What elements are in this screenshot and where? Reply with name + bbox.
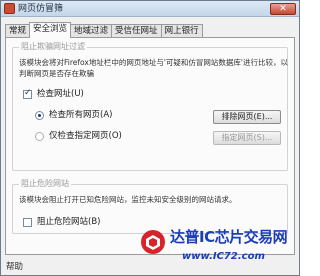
tab-general[interactable]: 常规: [5, 24, 31, 38]
block-dangerous-label[interactable]: 阻止危险网站(B): [37, 217, 100, 228]
tab-trusted-sites[interactable]: 受信任网址: [111, 24, 162, 38]
close-button[interactable]: ✕: [270, 3, 296, 15]
description-line: 该模块会将对Firefox地址栏中的网页地址与'可疑和仿冒网站数据库'进行比较，…: [19, 58, 288, 67]
watermark-title: 达普IC芯片交易网: [170, 228, 288, 246]
specify-pages-button[interactable]: 指定网页(S)...: [213, 131, 281, 145]
check-url-label[interactable]: 检查网址(U): [37, 89, 84, 100]
group-legend: 阻止危险网站: [19, 179, 71, 189]
group-legend: 阻止欺骗网址过滤: [19, 42, 87, 52]
watermark: 达普IC芯片交易网 www.IC72.com: [140, 226, 298, 274]
check-specified-pages-radio[interactable]: [35, 132, 44, 141]
watermark-url: www.IC72.com: [182, 251, 265, 262]
help-link[interactable]: 帮助: [6, 262, 23, 273]
group-description: 该模块会阻止打开已知危险网站，监控未知安全级别的网站请求。: [19, 195, 237, 204]
check-url-checkbox[interactable]: [23, 88, 32, 99]
tab-online-banking[interactable]: 网上银行: [160, 24, 203, 38]
tab-safe-browsing[interactable]: 安全浏览: [29, 22, 72, 38]
exclude-pages-button[interactable]: 排除网页(E)...: [213, 110, 281, 124]
check-all-pages-radio[interactable]: [35, 111, 44, 120]
tab-geo-filter[interactable]: 地域过滤: [70, 24, 113, 38]
tab-strip: 常规 安全浏览 地域过滤 受信任网址 网上银行: [5, 22, 203, 38]
check-all-pages-label[interactable]: 检查所有网页(A): [49, 110, 112, 121]
tab-panel: 阻止欺骗网址过滤 该模块会将对Firefox地址栏中的网页地址与'可疑和仿冒网站…: [5, 37, 295, 255]
title-bar: 网页仿冒筛 ✕: [1, 1, 299, 17]
description-line: 判断网页是否存在欺骗: [19, 69, 94, 78]
site-logo-icon: [141, 230, 165, 254]
phishing-filter-group: 阻止欺骗网址过滤 该模块会将对Firefox地址栏中的网页地址与'可疑和仿冒网站…: [12, 42, 288, 171]
app-icon: [4, 3, 15, 14]
block-dangerous-checkbox[interactable]: [23, 218, 32, 227]
check-specified-pages-label[interactable]: 仅检查指定网页(O): [49, 131, 122, 142]
window-title: 网页仿冒筛: [18, 4, 64, 14]
group-description: 该模块会将对Firefox地址栏中的网页地址与'可疑和仿冒网站数据库'进行比较，…: [19, 57, 288, 79]
